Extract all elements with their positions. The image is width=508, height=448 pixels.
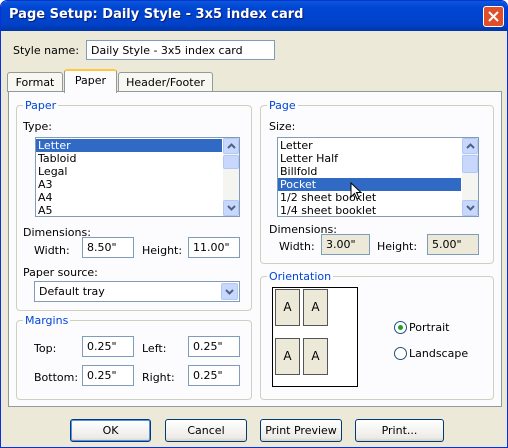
margin-bottom-field[interactable]: 0.25" (82, 365, 134, 386)
cancel-button[interactable]: Cancel (165, 419, 247, 442)
margins-group-title: Margins (23, 314, 71, 327)
type-label: Type: (23, 120, 52, 133)
paper-source-select[interactable]: Default tray (34, 281, 240, 302)
portrait-label[interactable]: Portrait (409, 321, 449, 334)
size-label: Size: (269, 120, 296, 133)
paper-dimensions-label: Dimensions: (23, 226, 91, 239)
portrait-radio[interactable] (394, 321, 407, 334)
margins-group (16, 320, 252, 400)
radio-selected-dot (398, 325, 403, 330)
paper-group-title: Paper (23, 99, 59, 112)
list-item[interactable]: Letter (36, 139, 222, 152)
scroll-up-button[interactable] (462, 138, 478, 154)
page-setup-dialog: Page Setup: Daily Style - 3x5 index card… (0, 0, 508, 448)
page-size-list[interactable]: Letter Letter Half Billfold Pocket 1/2 s… (277, 137, 479, 217)
scroll-down-button[interactable] (223, 200, 239, 216)
paper-source-value: Default tray (39, 285, 105, 298)
scroll-down-button[interactable] (462, 200, 478, 216)
paper-width-label: Width: (34, 244, 70, 257)
tab-paper[interactable]: Paper (64, 69, 117, 93)
print-button[interactable]: Print... (355, 419, 444, 442)
list-item[interactable]: Letter Half (278, 152, 478, 165)
list-item[interactable]: Letter (278, 139, 478, 152)
list-item[interactable]: Billfold (278, 165, 478, 178)
margin-top-label: Top: (34, 342, 57, 355)
tab-header-footer[interactable]: Header/Footer (118, 72, 213, 92)
card-preview: A (275, 289, 300, 326)
margin-left-field[interactable]: 0.25" (188, 336, 240, 357)
close-icon (488, 11, 499, 22)
list-item[interactable]: Pocket (278, 178, 461, 191)
page-width-label: Width: (279, 240, 315, 253)
page-height-label: Height: (377, 240, 418, 253)
list-item[interactable]: A3 (36, 178, 239, 191)
scroll-up-button[interactable] (223, 138, 239, 154)
mouse-pointer-icon (350, 182, 362, 200)
scroll-thumb[interactable] (223, 155, 239, 169)
tab-format[interactable]: Format (7, 72, 63, 92)
margin-bottom-label: Bottom: (34, 371, 79, 384)
chevron-down-icon (466, 205, 475, 211)
page-size-scrollbar[interactable] (462, 138, 478, 216)
margin-left-label: Left: (142, 342, 167, 355)
dropdown-button[interactable] (221, 283, 238, 300)
list-item[interactable]: A4 (36, 191, 239, 204)
margin-right-field[interactable]: 0.25" (188, 365, 240, 386)
close-button[interactable] (483, 6, 504, 27)
list-item[interactable]: Legal (36, 165, 239, 178)
list-item[interactable]: Tabloid (36, 152, 239, 165)
paper-width-field[interactable]: 8.50" (82, 237, 134, 258)
paper-source-label: Paper source: (23, 266, 98, 279)
card-preview: A (303, 289, 328, 326)
chevron-up-icon (227, 143, 236, 149)
style-name-field[interactable]: Daily Style - 3x5 index card (86, 40, 275, 60)
page-height-field: 5.00" (427, 234, 479, 255)
style-name-label: Style name: (13, 44, 80, 57)
orientation-group-title: Orientation (267, 270, 334, 283)
ok-button[interactable]: OK (70, 419, 151, 442)
card-preview: A (303, 338, 328, 375)
paper-height-field[interactable]: 11.00" (188, 237, 240, 258)
list-item[interactable]: A5 (36, 204, 239, 216)
paper-type-list[interactable]: Letter Tabloid Legal A3 A4 A5 (35, 137, 240, 217)
list-item[interactable]: 1/4 sheet booklet (278, 204, 478, 216)
chevron-down-icon (225, 289, 234, 295)
title-bar[interactable]: Page Setup: Daily Style - 3x5 index card (1, 1, 507, 31)
list-item[interactable]: 1/2 sheet booklet (278, 191, 478, 204)
paper-type-scrollbar[interactable] (223, 138, 239, 216)
paper-height-label: Height: (142, 244, 183, 257)
scroll-thumb[interactable] (462, 155, 478, 173)
orientation-preview: A A A A (272, 287, 358, 387)
chevron-up-icon (466, 143, 475, 149)
chevron-down-icon (227, 205, 236, 211)
landscape-radio[interactable] (394, 347, 407, 360)
page-width-field: 3.00" (321, 234, 370, 255)
landscape-label[interactable]: Landscape (409, 347, 468, 360)
window-title: Page Setup: Daily Style - 3x5 index card (9, 7, 304, 22)
margin-top-field[interactable]: 0.25" (82, 336, 134, 357)
page-group-title: Page (267, 99, 298, 112)
print-preview-button[interactable]: Print Preview (260, 419, 342, 442)
margin-right-label: Right: (142, 371, 175, 384)
card-preview: A (275, 338, 300, 375)
